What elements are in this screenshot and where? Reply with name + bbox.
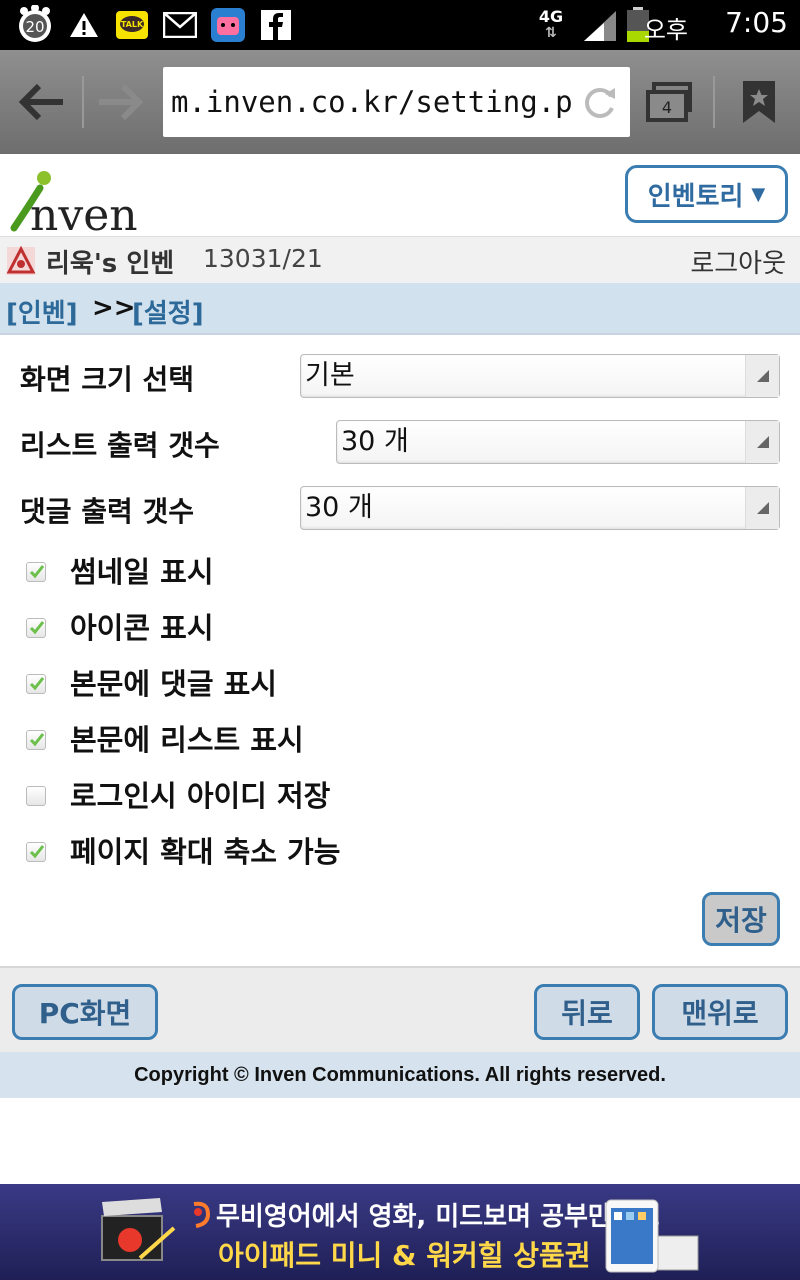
tabs-icon[interactable]: 4 [644,77,694,127]
breadcrumb: [인벤] >> [설정] [0,283,800,335]
checkbox[interactable] [26,618,46,638]
option-list-in-body[interactable]: 본문에 리스트 표시 [26,720,304,760]
pc-view-button[interactable]: PC화면 [12,984,158,1040]
browser-toolbar: m.inven.co.kr/setting.ph 4 [0,50,800,154]
site-header: nven 인벤토리 ▼ [0,154,800,241]
option-thumbnail[interactable]: 썸네일 표시 [26,552,214,592]
talk-label: TALK [121,20,144,29]
checkbox[interactable] [26,786,46,806]
clock: 7:05 [725,6,788,39]
scroll-top-button[interactable]: 맨위로 [652,984,788,1040]
inven-logo[interactable]: nven [10,164,140,241]
warning-icon [68,7,100,43]
logo-text: nven [30,190,138,232]
screen-size-select[interactable]: 기본 [300,354,780,398]
bookmark-icon[interactable] [734,77,784,127]
comment-count-select[interactable]: 30 개 [300,486,780,530]
ad-banner[interactable]: 무비영어에서 영화, 미드보며 공부만해도 아이패드 미니 & 워커힐 상품권 [0,1184,800,1280]
checkbox[interactable] [26,562,46,582]
ad-subheadline: 아이패드 미니 & 워커힐 상품권 [218,1239,591,1272]
checkmark-icon [29,845,45,859]
comment-count-value: 30 개 [305,492,373,523]
option-icon[interactable]: 아이콘 표시 [26,608,214,648]
user-bar: 리욱's 인벤 13031/21 로그아웃 [0,236,800,283]
inventory-button[interactable]: 인벤토리 ▼ [625,165,788,223]
user-points: 13031/21 [203,244,323,273]
save-button[interactable]: 저장 [702,892,780,946]
breadcrumb-current[interactable]: [설정] [132,293,204,330]
notification-count: 20 [25,18,44,36]
breadcrumb-home[interactable]: [인벤] [6,293,78,330]
checkmark-icon [29,565,45,579]
network-4g-icon: 4G ⇅ [538,7,564,42]
option-label: 본문에 리스트 표시 [70,723,304,757]
mail-icon [162,7,198,43]
option-label: 페이지 확대 축소 가능 [70,835,341,869]
checkmark-icon [29,621,45,635]
signal-icon [580,7,620,43]
screen-size-value: 기본 [305,360,355,391]
select-arrow-icon [745,487,779,529]
comment-count-label: 댓글 출력 갯수 [20,495,195,528]
sk-logo-icon [190,1200,212,1232]
option-label: 아이콘 표시 [70,611,214,645]
url-field[interactable]: m.inven.co.kr/setting.ph [163,67,630,137]
class-emblem-icon [6,245,36,276]
chevron-down-icon: ▼ [751,183,766,205]
option-save-id[interactable]: 로그인시 아이디 저장 [26,776,330,816]
checkbox[interactable] [26,842,46,862]
ad-headline: 무비영어에서 영화, 미드보며 공부만해도 [216,1202,660,1232]
toolbar-divider [713,76,715,128]
checkbox[interactable] [26,730,46,750]
facebook-icon [260,7,292,43]
notification-badge-icon: 20 [14,5,56,43]
inventory-label: 인벤토리 [647,181,744,212]
option-label: 썸네일 표시 [70,555,214,589]
checkmark-icon [29,677,45,691]
network-label: 4G [538,7,564,26]
breadcrumb-separator: >> [92,293,136,323]
list-count-select[interactable]: 30 개 [336,420,780,464]
logout-link[interactable]: 로그아웃 [690,243,786,280]
tab-count: 4 [662,98,672,117]
list-count-value: 30 개 [341,426,409,457]
tv-app-icon [210,7,246,43]
bottom-nav: PC화면 뒤로 맨위로 [0,966,800,1052]
refresh-icon[interactable] [574,77,624,127]
select-arrow-icon [745,421,779,463]
username[interactable]: 리욱's 인벤 [46,243,174,280]
back-arrow-icon[interactable] [16,77,66,127]
option-label: 본문에 댓글 표시 [70,667,277,701]
checkbox[interactable] [26,674,46,694]
list-count-label: 리스트 출력 갯수 [20,429,220,462]
toolbar-divider [82,76,84,128]
copyright-footer: Copyright © Inven Communications. All ri… [0,1052,800,1098]
select-arrow-icon [745,355,779,397]
url-text: m.inven.co.kr/setting.ph [171,85,591,119]
status-bar: 20 TALK 4G ⇅ 오후 7:05 [0,0,800,50]
clapperboard-icon [100,1198,176,1272]
kakaotalk-icon: TALK [114,7,150,43]
ipad-mini-image [604,1196,700,1280]
checkmark-icon [29,733,45,747]
back-button[interactable]: 뒤로 [534,984,640,1040]
forward-arrow-icon[interactable] [96,77,146,127]
option-comments-in-body[interactable]: 본문에 댓글 표시 [26,664,277,704]
option-label: 로그인시 아이디 저장 [70,779,331,813]
time-ampm: 오후 [643,16,688,44]
screen-size-label: 화면 크기 선택 [20,363,195,396]
option-zoom[interactable]: 페이지 확대 축소 가능 [26,832,340,872]
